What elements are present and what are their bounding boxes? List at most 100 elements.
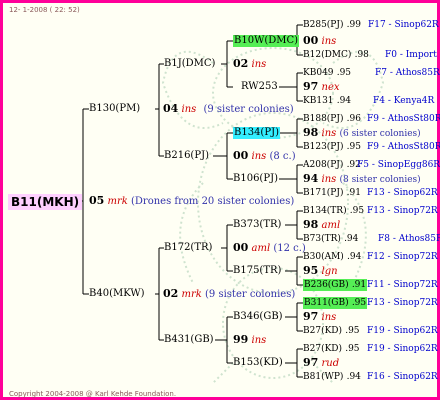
g4-row[interactable]: B188(PJ) .96 <box>303 113 361 125</box>
b1j-mark: ins <box>251 59 267 70</box>
g4-source: F9 - AthosSt80R <box>367 142 440 152</box>
b40-year: 02 <box>163 287 179 300</box>
node-b106[interactable]: B106(PJ) <box>233 173 278 185</box>
b1j-info: 02 ins <box>233 58 266 71</box>
g4-row[interactable]: B27(KD) .95 <box>303 325 360 337</box>
g4-row[interactable]: B81(WP) .94 <box>303 371 361 383</box>
b134-mark: ins <box>321 128 337 139</box>
b216-info: 00 ins (8 c.) <box>233 150 296 163</box>
g4-source: F13 - Sinop72R <box>367 206 438 216</box>
b175-year: 95 <box>303 264 319 277</box>
g4-row[interactable]: B311(GB) .95 <box>303 297 368 309</box>
g4-row[interactable]: A208(PJ) .92 <box>303 159 361 171</box>
g4-year: .94 <box>346 372 361 382</box>
g4-name: B311(GB) <box>304 298 349 308</box>
g4-year: .91 <box>351 280 367 290</box>
g4-year: .94 <box>336 96 352 106</box>
node-b172[interactable]: B172(TR) <box>164 242 212 254</box>
node-b40[interactable]: B40(MKW) <box>89 288 145 300</box>
b346-info: 97 ins <box>303 311 336 324</box>
b106-note: (8 sister colonies) <box>339 175 421 185</box>
node-b373[interactable]: B373(TR) <box>233 219 281 231</box>
g4-year: .95 <box>336 68 352 78</box>
root-node[interactable]: B11(MKH) <box>8 194 83 210</box>
g4-year: .95 <box>346 142 361 152</box>
node-b130[interactable]: B130(PM) <box>89 103 140 115</box>
g4-year: .99 <box>346 20 361 30</box>
b216-mark: ins <box>251 151 267 162</box>
g4-year: .95 <box>351 298 367 308</box>
g4-year: .91 <box>346 188 361 198</box>
b373-year: 98 <box>303 218 319 231</box>
g4-row[interactable]: KB049 .95 <box>303 67 351 79</box>
b153-mark: rud <box>321 358 340 369</box>
node-b346[interactable]: B346(GB) <box>233 311 283 323</box>
b1j-year: 02 <box>233 57 249 70</box>
g4-name: B285(PJ) <box>303 20 344 30</box>
g4-row[interactable]: B171(PJ) .91 <box>303 187 361 199</box>
g4-row[interactable]: B134(TR) .95 <box>303 205 364 217</box>
b130-info: 04 ins (9 sister colonies) <box>163 103 294 116</box>
g4-row[interactable]: B12(DMC) .98 <box>303 49 369 61</box>
b134-note: (6 sister colonies) <box>339 129 421 139</box>
b172-year: 00 <box>233 241 249 254</box>
pedigree-frame: 12- 1-2008 ( 22: 52) B11(MKH) 05 mrk (Dr… <box>0 0 440 400</box>
b431-info: 99 ins <box>233 334 266 347</box>
b130-mark: ins <box>181 104 197 115</box>
g4-row[interactable]: KB131 .94 <box>303 95 351 107</box>
g4-row[interactable]: B123(PJ) .95 <box>303 141 361 153</box>
g4-name: B30(AM) <box>303 252 344 262</box>
g4-source: F4 - Kenya4R <box>373 96 435 106</box>
g4-name: B27(KD) <box>303 326 343 336</box>
b373-mark: aml <box>321 220 341 231</box>
b134-info: 98 ins (6 sister colonies) <box>303 127 421 140</box>
g4-row[interactable]: B73(TR) .94 <box>303 233 358 245</box>
g4-source: F11 - Sinop72R <box>367 280 438 290</box>
b172-mark: aml <box>251 243 271 254</box>
g4-source: F8 - Athos85R <box>378 234 440 244</box>
g4-row[interactable]: B236(GB) .91 <box>303 279 368 291</box>
g4-name: B81(WP) <box>303 372 344 382</box>
b373-info: 98 aml <box>303 219 340 232</box>
g4-source: F17 - Sinop62R <box>368 20 439 30</box>
g4-year: .95 <box>345 326 360 336</box>
rw253-year: 97 <box>303 80 319 93</box>
g4-source: F13 - Sinop62R <box>367 188 438 198</box>
node-b175[interactable]: B175(TR) <box>233 265 281 277</box>
g4-name: B73(TR) <box>303 234 341 244</box>
b175-info: 95 lgn <box>303 265 338 278</box>
node-rw253[interactable]: RW253 <box>241 81 278 93</box>
node-b10w[interactable]: B10W(DMC) <box>233 35 300 47</box>
b10w-year: 00 <box>303 34 319 47</box>
g4-source: F19 - Sinop62R <box>367 326 438 336</box>
g4-source: F16 - Sinop62R <box>367 372 438 382</box>
node-b153[interactable]: B153(KD) <box>233 357 283 369</box>
g4-row[interactable]: B30(AM) .94 <box>303 251 361 263</box>
g4-name: B171(PJ) <box>303 188 344 198</box>
g4-name: B12(DMC) <box>303 50 352 60</box>
g4-row[interactable]: B27(KD) .95 <box>303 343 360 355</box>
node-b134[interactable]: B134(PJ) <box>233 127 280 139</box>
g4-name: B188(PJ) <box>303 114 344 124</box>
b130-year: 04 <box>163 102 179 115</box>
node-b216[interactable]: B216(PJ) <box>164 150 209 162</box>
b175-mark: lgn <box>321 266 338 277</box>
g4-name: KB049 <box>303 68 334 78</box>
b346-mark: ins <box>321 312 337 323</box>
g4-name: B27(KD) <box>303 344 343 354</box>
b346-year: 97 <box>303 310 319 323</box>
g4-year: .96 <box>346 114 361 124</box>
g4-source: F12 - Sinop72R <box>367 252 438 262</box>
node-b431[interactable]: B431(GB) <box>164 334 214 346</box>
node-b1j[interactable]: B1J(DMC) <box>164 58 215 70</box>
b172-note: (12 c.) <box>273 243 306 254</box>
g4-row[interactable]: B285(PJ) .99 <box>303 19 361 31</box>
g4-source: F9 - AthosSt80R <box>367 114 440 124</box>
g4-name: B123(PJ) <box>303 142 344 152</box>
b216-year: 00 <box>233 149 249 162</box>
g4-name: B134(TR) <box>303 206 347 216</box>
g4-source: F0 - Import <box>385 50 437 60</box>
g4-year: .95 <box>349 206 365 216</box>
rw253-info: 97 nex <box>303 81 340 94</box>
g4-source: F13 - Sinop72R <box>367 298 438 308</box>
